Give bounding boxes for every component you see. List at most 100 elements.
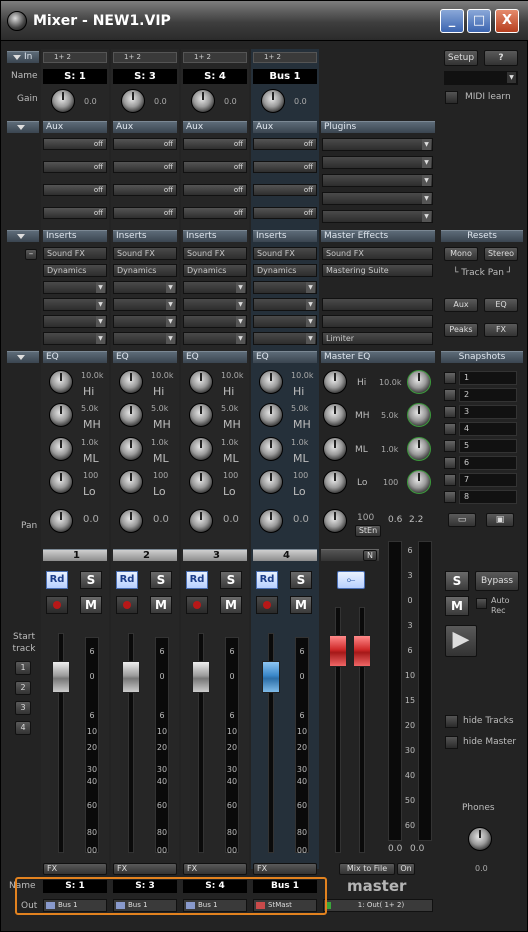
plugin-slot-4[interactable]: ▼ xyxy=(322,192,433,205)
eq-hi-knob[interactable] xyxy=(119,370,143,394)
channel-name[interactable]: S: 4 xyxy=(183,69,247,84)
reset-aux-button[interactable]: Aux xyxy=(444,298,478,312)
channel-number[interactable]: 2 xyxy=(113,549,177,561)
master-eq-lo-knob[interactable] xyxy=(323,470,347,494)
eq-hi-knob[interactable] xyxy=(259,370,283,394)
read-automation-button[interactable]: Rd xyxy=(116,571,138,589)
eq-lo-knob[interactable] xyxy=(119,470,143,494)
insert-slot-2[interactable]: Dynamics xyxy=(253,264,317,277)
solo-button[interactable]: S xyxy=(220,571,242,589)
eq-ml-knob[interactable] xyxy=(49,437,73,461)
reset-stereo-button[interactable]: Stereo xyxy=(484,247,518,261)
midi-learn-checkbox[interactable] xyxy=(445,91,458,104)
channel-input-select[interactable]: 1+ 2 xyxy=(113,52,177,63)
eq-ml-knob[interactable] xyxy=(189,437,213,461)
fx-button[interactable]: FX xyxy=(183,863,247,875)
maximize-button[interactable]: □ xyxy=(467,9,491,33)
insert-slot-5[interactable]: ▼ xyxy=(183,315,247,328)
setup-button[interactable]: Setup xyxy=(444,50,478,66)
insert-slot-6[interactable]: ▼ xyxy=(43,332,107,345)
pan-knob[interactable] xyxy=(259,509,283,533)
master-effect-slot-2[interactable]: Mastering Suite xyxy=(322,264,433,277)
plugin-slot-2[interactable]: ▼ xyxy=(322,156,433,169)
insert-slot-1[interactable]: Sound FX xyxy=(43,247,107,260)
mute-button[interactable]: M xyxy=(220,596,242,614)
mute-button[interactable]: M xyxy=(150,596,172,614)
aux-send-1[interactable]: off xyxy=(113,138,177,150)
aux-send-1[interactable]: off xyxy=(183,138,247,150)
record-arm-button[interactable] xyxy=(186,596,208,614)
collapse-aux-icon[interactable] xyxy=(17,125,25,130)
play-icon[interactable]: ▶ xyxy=(445,625,477,657)
hide-tracks-checkbox[interactable] xyxy=(445,715,458,728)
aux-send-1[interactable]: off xyxy=(43,138,107,150)
read-automation-button[interactable]: Rd xyxy=(186,571,208,589)
insert-slot-6[interactable]: ▼ xyxy=(183,332,247,345)
collapse-inserts-icon[interactable] xyxy=(17,234,25,239)
snapshot-7[interactable]: 7 xyxy=(459,473,517,487)
channel-number[interactable]: 1 xyxy=(43,549,107,561)
channel-number[interactable]: 4 xyxy=(253,549,317,561)
auto-rec-checkbox[interactable] xyxy=(476,598,487,609)
eq-mh-knob[interactable] xyxy=(189,403,213,427)
channel-number[interactable]: 3 xyxy=(183,549,247,561)
insert-slot-1[interactable]: Sound FX xyxy=(253,247,317,260)
insert-slot-2[interactable]: Dynamics xyxy=(43,264,107,277)
save-icon[interactable]: ▣ xyxy=(486,513,514,527)
master-fader-left[interactable] xyxy=(329,635,347,667)
snapshot-5-select[interactable] xyxy=(444,440,456,452)
mute-button[interactable]: M xyxy=(80,596,102,614)
pan-knob[interactable] xyxy=(119,509,143,533)
reset-eq-button[interactable]: EQ xyxy=(484,298,518,312)
bypass-button[interactable]: Bypass xyxy=(475,571,519,591)
volume-fader[interactable] xyxy=(122,661,140,693)
master-normalize-button[interactable]: N xyxy=(363,550,377,561)
aux-send-2[interactable]: off xyxy=(183,161,247,173)
master-effect-slot-3[interactable] xyxy=(322,298,433,311)
snapshot-8[interactable]: 8 xyxy=(459,490,517,504)
record-arm-button[interactable] xyxy=(256,596,278,614)
snapshot-7-select[interactable] xyxy=(444,474,456,486)
channel-name[interactable]: Bus 1 xyxy=(253,69,317,84)
aux-send-2[interactable]: off xyxy=(253,161,317,173)
solo-button[interactable]: S xyxy=(80,571,102,589)
pan-knob[interactable] xyxy=(49,509,73,533)
insert-slot-1[interactable]: Sound FX xyxy=(183,247,247,260)
eq-lo-knob[interactable] xyxy=(259,470,283,494)
midi-device-select[interactable]: ▼ xyxy=(444,71,518,85)
channel-input-select[interactable]: 1+ 2 xyxy=(183,52,247,63)
snapshot-4[interactable]: 4 xyxy=(459,422,517,436)
help-button[interactable]: ? xyxy=(484,50,518,66)
master-eq-mh-knob[interactable] xyxy=(323,403,347,427)
mix-to-file-button[interactable]: Mix to File xyxy=(339,863,395,875)
plugin-slot-5[interactable]: ▼ xyxy=(322,210,433,223)
insert-slot-1[interactable]: Sound FX xyxy=(113,247,177,260)
record-arm-button[interactable] xyxy=(116,596,138,614)
insert-slot-3[interactable]: ▼ xyxy=(253,281,317,294)
snapshot-6[interactable]: 6 xyxy=(459,456,517,470)
channel-name[interactable]: S: 1 xyxy=(43,69,107,84)
snapshot-1-select[interactable] xyxy=(444,372,456,384)
record-arm-button[interactable] xyxy=(46,596,68,614)
snapshot-4-select[interactable] xyxy=(444,423,456,435)
mix-to-file-on-button[interactable]: On xyxy=(397,863,415,875)
insert-slot-4[interactable]: ▼ xyxy=(253,298,317,311)
insert-slot-3[interactable]: ▼ xyxy=(113,281,177,294)
solo-button[interactable]: S xyxy=(150,571,172,589)
volume-fader[interactable] xyxy=(192,661,210,693)
pan-knob[interactable] xyxy=(189,509,213,533)
snapshot-1[interactable]: 1 xyxy=(459,371,517,385)
reset-mono-button[interactable]: Mono xyxy=(444,247,478,261)
collapse-in-icon[interactable] xyxy=(13,55,21,60)
eq-ml-knob[interactable] xyxy=(259,437,283,461)
insert-slot-4[interactable]: ▼ xyxy=(183,298,247,311)
collapse-eq-icon[interactable] xyxy=(17,355,25,360)
aux-send-2[interactable]: off xyxy=(43,161,107,173)
volume-fader[interactable] xyxy=(52,661,70,693)
stereo-enhance-button[interactable]: StEn xyxy=(355,525,381,537)
channel-input-select[interactable]: 1+ 2 xyxy=(43,52,107,63)
insert-slot-5[interactable]: ▼ xyxy=(253,315,317,328)
reset-fx-button[interactable]: FX xyxy=(484,323,518,337)
channel-input-select[interactable]: 1+ 2 xyxy=(253,52,317,63)
insert-slot-3[interactable]: ▼ xyxy=(183,281,247,294)
